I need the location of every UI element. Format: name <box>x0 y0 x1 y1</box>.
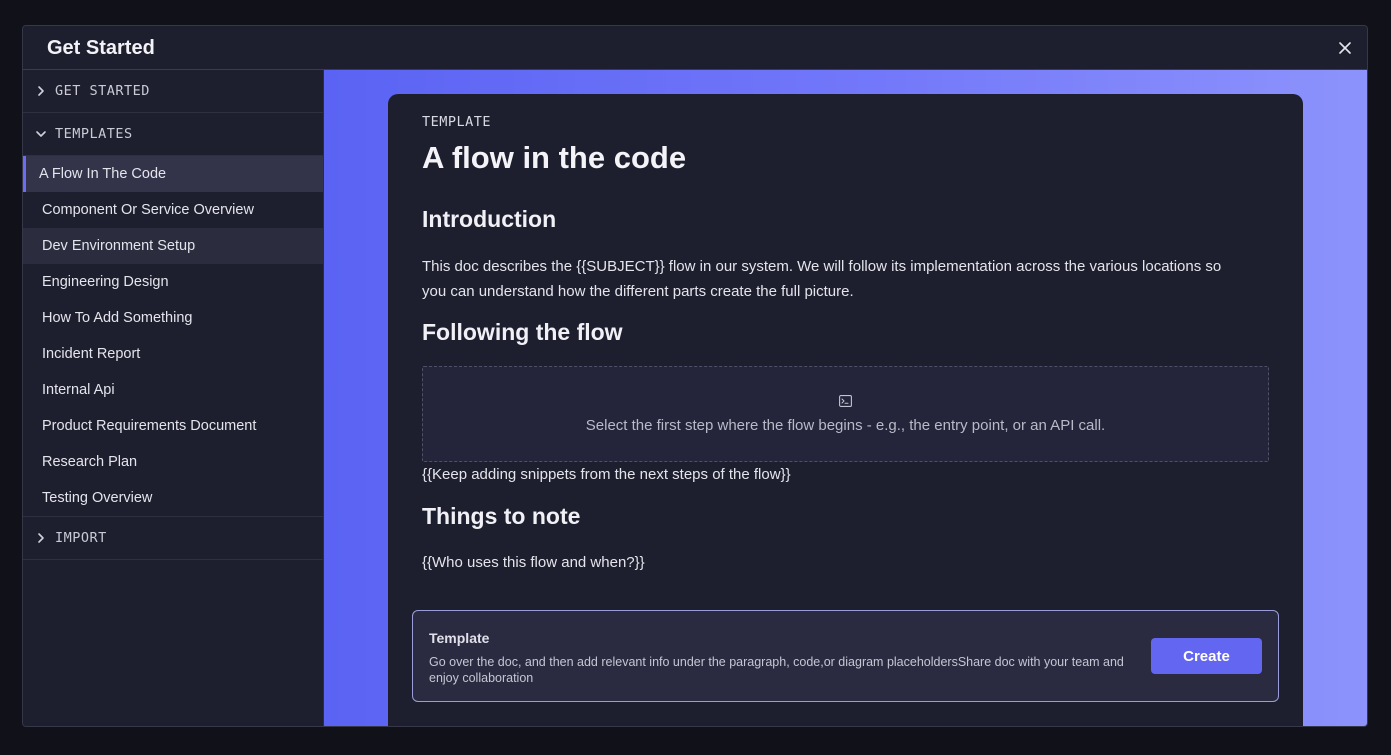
doc-eyebrow: TEMPLATE <box>422 114 492 130</box>
intro-heading: Introduction <box>422 206 557 232</box>
notes-heading: Things to note <box>422 503 581 529</box>
section-get-started[interactable]: GET STARTED <box>23 70 323 113</box>
template-cta-panel: Template Go over the doc, and then add r… <box>412 610 1279 702</box>
chevron-right-icon <box>38 86 44 96</box>
section-label: TEMPLATES <box>55 126 133 142</box>
cta-description: Go over the doc, and then add relevant i… <box>429 655 1124 685</box>
modal-title: Get Started <box>47 37 155 59</box>
flow-heading: Following the flow <box>422 319 623 345</box>
chevron-down-icon <box>36 131 46 137</box>
template-item-dev-environment-setup[interactable]: Dev Environment Setup <box>23 228 323 264</box>
terminal-icon <box>839 394 852 407</box>
section-import[interactable]: IMPORT <box>23 517 323 560</box>
snippet-placeholder-text: Select the first step where the flow beg… <box>585 416 1106 434</box>
template-item-engineering-design[interactable]: Engineering Design <box>23 264 323 300</box>
intro-paragraph: This doc describes the {{SUBJECT}} flow … <box>422 258 1222 300</box>
template-item-how-to-add-something[interactable]: How To Add Something <box>23 300 323 336</box>
template-item-research-plan[interactable]: Research Plan <box>23 444 323 480</box>
modal-header: Get Started <box>23 26 1367 70</box>
sidebar: GET STARTED TEMPLATES A Flow In The Code… <box>23 70 324 726</box>
doc-title: A flow in the code <box>422 140 687 175</box>
flow-followup-text: {{Keep adding snippets from the next ste… <box>422 466 791 483</box>
snippet-placeholder[interactable]: Select the first step where the flow beg… <box>422 366 1269 462</box>
cta-title: Template <box>429 630 490 646</box>
get-started-modal: Get Started GET STARTED TEMPLATES A Flow… <box>22 25 1368 727</box>
template-preview: TEMPLATE A flow in the code Introduction… <box>324 70 1367 726</box>
create-button[interactable]: Create <box>1151 638 1262 674</box>
section-label: GET STARTED <box>55 83 150 99</box>
template-list: A Flow In The Code Component Or Service … <box>23 156 323 517</box>
template-item-incident-report[interactable]: Incident Report <box>23 336 323 372</box>
chevron-right-icon <box>38 533 44 543</box>
template-item-internal-api[interactable]: Internal Api <box>23 372 323 408</box>
doc-card: TEMPLATE A flow in the code Introduction… <box>388 94 1303 726</box>
template-item-product-requirements-document[interactable]: Product Requirements Document <box>23 408 323 444</box>
section-label: IMPORT <box>55 530 107 546</box>
template-item-a-flow-in-the-code[interactable]: A Flow In The Code <box>23 156 323 192</box>
close-button[interactable] <box>1335 38 1355 58</box>
notes-text: {{Who uses this flow and when?}} <box>422 554 645 571</box>
close-icon <box>1339 42 1351 54</box>
template-item-component-or-service-overview[interactable]: Component Or Service Overview <box>23 192 323 228</box>
section-templates[interactable]: TEMPLATES <box>23 113 323 156</box>
template-item-testing-overview[interactable]: Testing Overview <box>23 480 323 516</box>
